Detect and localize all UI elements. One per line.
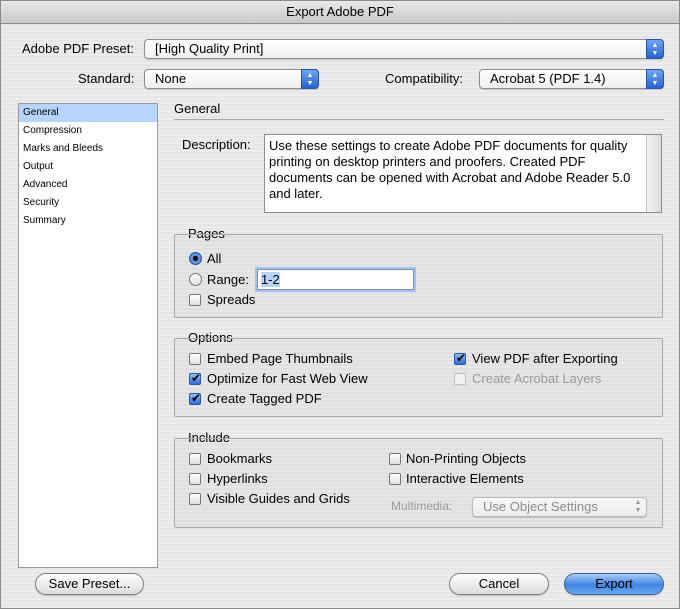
optimize-web-checkbox[interactable] [189, 373, 201, 385]
interactive-elements-label: Interactive Elements [406, 471, 524, 486]
pages-all-radio[interactable] [189, 252, 202, 265]
view-after-export-label: View PDF after Exporting [472, 351, 618, 366]
export-pdf-dialog: Export Adobe PDF Adobe PDF Preset: [High… [0, 0, 680, 609]
window-title: Export Adobe PDF [1, 1, 679, 24]
guides-grids-label: Visible Guides and Grids [207, 491, 350, 506]
multimedia-label: Multimedia: [391, 499, 453, 513]
acrobat-layers-label: Create Acrobat Layers [472, 371, 602, 386]
sidebar-item-advanced[interactable]: Advanced [19, 176, 157, 194]
description-text-area[interactable]: Use these settings to create Adobe PDF d… [264, 134, 662, 213]
compatibility-value: Acrobat 5 (PDF 1.4) [490, 71, 606, 86]
description-label: Description: [182, 137, 251, 152]
optimize-web-label: Optimize for Fast Web View [207, 371, 368, 386]
popup-arrows-icon: ▲ ▼ [634, 499, 642, 514]
hyperlinks-checkbox[interactable] [189, 473, 201, 485]
compatibility-label: Compatibility: [385, 71, 464, 86]
sidebar-item-compression[interactable]: Compression [19, 122, 157, 140]
standard-value: None [155, 71, 187, 86]
guides-grids-checkbox[interactable] [189, 493, 201, 505]
bookmarks-label: Bookmarks [207, 451, 273, 466]
cancel-button[interactable]: Cancel [449, 573, 549, 595]
pages-range-input[interactable]: 1-2 [257, 269, 414, 290]
non-printing-checkbox[interactable] [389, 453, 401, 465]
popup-arrows-icon: ▲ ▼ [301, 69, 319, 89]
bookmarks-checkbox[interactable] [189, 453, 201, 465]
save-preset-button[interactable]: Save Preset... [35, 573, 144, 595]
section-divider [174, 119, 664, 120]
pages-all-label: All [207, 251, 222, 266]
standard-select[interactable]: None ▲ ▼ [144, 69, 319, 89]
non-printing-label: Non-Printing Objects [406, 451, 526, 466]
standard-label: Standard: [78, 71, 135, 86]
range-value: 1-2 [261, 272, 280, 287]
section-title: General [174, 101, 221, 116]
spreads-label: Spreads [207, 292, 256, 307]
embed-thumbnails-label: Embed Page Thumbnails [207, 351, 353, 366]
acrobat-layers-checkbox [454, 373, 466, 385]
embed-thumbnails-checkbox[interactable] [189, 353, 201, 365]
multimedia-value: Use Object Settings [483, 499, 598, 514]
tagged-pdf-checkbox[interactable] [189, 393, 201, 405]
tagged-pdf-label: Create Tagged PDF [207, 391, 322, 406]
view-after-export-checkbox[interactable] [454, 353, 466, 365]
popup-arrows-icon: ▲ ▼ [646, 69, 664, 89]
preset-select[interactable]: [High Quality Print] ▲ ▼ [144, 39, 664, 59]
description-scrollbar[interactable] [646, 135, 661, 212]
sidebar-item-summary[interactable]: Summary [19, 212, 157, 230]
preset-value: [High Quality Print] [155, 41, 264, 56]
preset-label: Adobe PDF Preset: [22, 41, 134, 56]
multimedia-select: Use Object Settings ▲ ▼ [472, 497, 647, 517]
spreads-checkbox[interactable] [189, 294, 201, 306]
pages-range-label: Range: [207, 272, 249, 287]
export-button[interactable]: Export [564, 573, 664, 595]
sidebar-item-marks-and-bleeds[interactable]: Marks and Bleeds [19, 140, 157, 158]
category-list: General Compression Marks and Bleeds Out… [18, 103, 158, 568]
pages-range-radio[interactable] [189, 273, 202, 286]
sidebar-item-security[interactable]: Security [19, 194, 157, 212]
sidebar-item-general[interactable]: General [19, 104, 157, 122]
compatibility-select[interactable]: Acrobat 5 (PDF 1.4) ▲ ▼ [479, 69, 664, 89]
sidebar-item-output[interactable]: Output [19, 158, 157, 176]
hyperlinks-label: Hyperlinks [207, 471, 268, 486]
popup-arrows-icon: ▲ ▼ [646, 39, 664, 59]
description-text: Use these settings to create Adobe PDF d… [269, 138, 631, 201]
interactive-elements-checkbox[interactable] [389, 473, 401, 485]
